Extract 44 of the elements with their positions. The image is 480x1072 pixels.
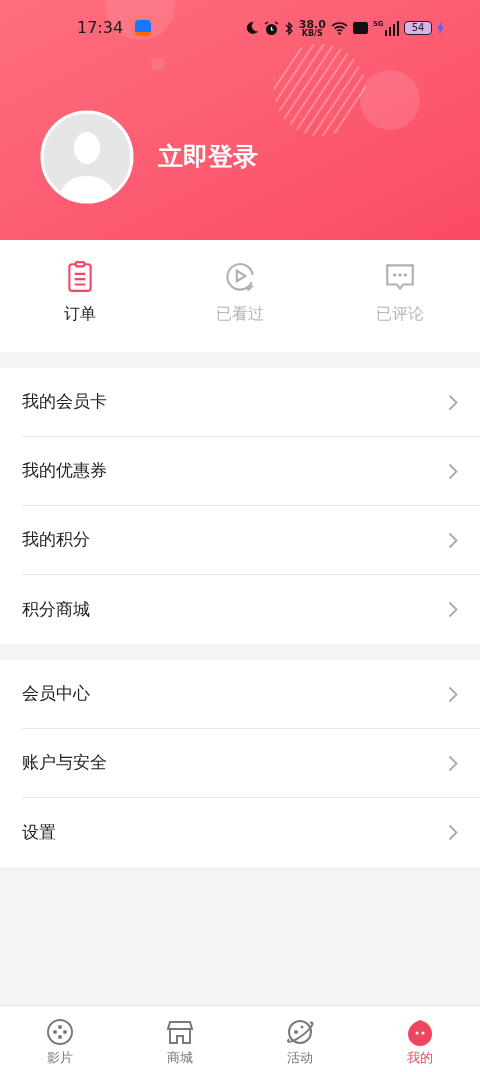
network-speed: 38.0 — [298, 18, 326, 30]
chevron-right-icon — [448, 601, 458, 618]
menu-item[interactable]: 账户与安全 — [22, 729, 480, 798]
film-reel-icon — [46, 1018, 74, 1046]
charging-icon — [437, 21, 444, 35]
storefront-icon — [166, 1018, 194, 1046]
chevron-right-icon — [448, 824, 458, 841]
chevron-right-icon — [448, 462, 458, 480]
alarm-icon — [263, 20, 279, 36]
chevron-right-icon — [448, 531, 458, 549]
menu-label: 账户与安全 — [22, 751, 108, 775]
wifi-icon — [330, 21, 348, 35]
menu-item[interactable]: 积分商城 — [22, 575, 480, 644]
menu-item[interactable]: 会员中心 — [22, 660, 480, 729]
planet-icon — [286, 1018, 314, 1046]
menu-item[interactable]: 我的优惠券 — [22, 437, 480, 506]
avatar-icon[interactable] — [40, 110, 134, 204]
tab-item[interactable]: 商城 — [120, 1006, 240, 1072]
tab-item[interactable]: 影片 — [0, 1006, 120, 1072]
menu-label: 积分商城 — [22, 597, 91, 621]
app-notification-icon — [135, 20, 152, 36]
signal-icon — [384, 20, 399, 36]
tab-item[interactable]: 活动 — [240, 1006, 360, 1072]
status-time: 17:34 — [77, 17, 124, 39]
chevron-right-icon — [448, 754, 458, 772]
chevron-right-icon — [448, 685, 458, 703]
menu-label: 我的优惠券 — [22, 459, 108, 483]
decorative-circle — [360, 70, 420, 130]
bluetooth-icon — [283, 20, 294, 36]
menu-label: 我的会员卡 — [22, 390, 108, 414]
menu-label: 我的积分 — [22, 528, 91, 552]
play-circle-icon[interactable] — [223, 260, 257, 294]
moon-icon — [244, 21, 259, 35]
battery-level: 54 — [404, 21, 432, 35]
blob-face-icon — [406, 1018, 434, 1046]
menu-label: 会员中心 — [22, 682, 91, 706]
chevron-right-icon — [448, 393, 458, 411]
menu-item[interactable]: 我的积分 — [22, 506, 480, 575]
speed-unit: KB/S — [301, 29, 323, 38]
menu-label: 设置 — [22, 820, 57, 844]
menu-item[interactable]: 我的会员卡 — [22, 368, 480, 437]
tab-item[interactable]: 我的 — [360, 1006, 480, 1072]
action-label[interactable]: 订单 — [64, 302, 96, 326]
menu-item[interactable]: 设置 — [22, 798, 480, 867]
